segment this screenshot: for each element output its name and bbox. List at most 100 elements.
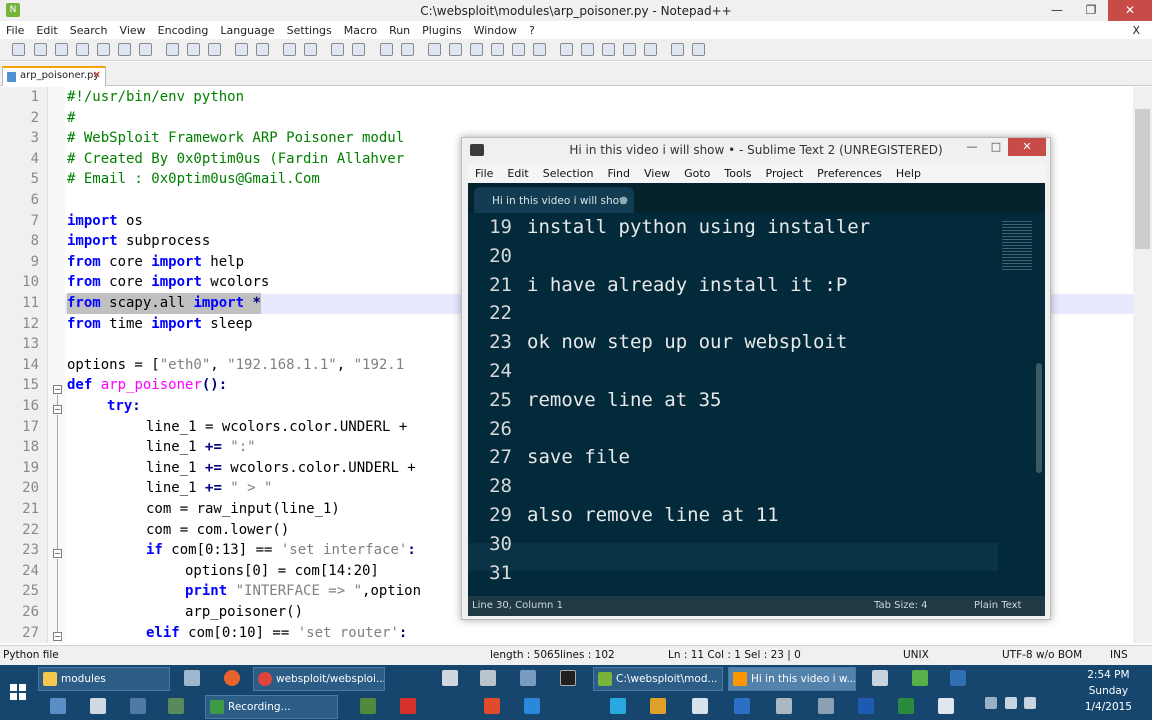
save-icon[interactable] [55,43,68,56]
menu-help[interactable]: Help [889,167,928,180]
app-icon[interactable] [818,698,834,714]
replace-icon[interactable] [304,43,317,56]
menu-encoding[interactable]: Encoding [152,24,215,37]
app-icon[interactable] [776,698,792,714]
start-windows-icon[interactable] [10,684,26,700]
taskbar-button-notepadpp[interactable]: C:\websploit\mod... [593,667,723,691]
scrollbar-thumb[interactable] [1135,109,1150,249]
sublime-editor[interactable]: 19 install python using installer 20 21 … [468,213,1045,596]
word-icon[interactable] [858,698,874,714]
zoom-in-icon[interactable] [331,43,344,56]
app-icon[interactable] [692,698,708,714]
minimap[interactable] [998,213,1038,596]
taskbar-button-recording[interactable]: Recording... [205,695,338,719]
fold-collapse-icon[interactable]: − [53,385,62,394]
unsaved-dot-icon[interactable]: ● [619,195,628,206]
cut-icon[interactable] [166,43,179,56]
menu-macro[interactable]: Macro [338,24,383,37]
menu-goto[interactable]: Goto [677,167,717,180]
app-icon[interactable] [480,670,496,686]
menu-selection[interactable]: Selection [536,167,601,180]
taskbar-button-sublime[interactable]: Hi in this video i w... [728,667,856,691]
menu-edit[interactable]: Edit [30,24,63,37]
app-icon[interactable] [520,670,536,686]
fold-collapse-icon[interactable]: − [53,549,62,558]
menu-find[interactable]: Find [600,167,637,180]
app-icon[interactable] [734,698,750,714]
app-icon[interactable] [130,698,146,714]
app-icon[interactable] [90,698,106,714]
udl-icon[interactable] [491,43,504,56]
app-icon[interactable] [524,698,540,714]
scrollbar-thumb[interactable] [1036,363,1042,473]
tray-icon[interactable] [985,697,997,709]
taskbar-button-chrome[interactable]: websploit/websploi... [253,667,385,691]
record-macro-icon[interactable] [560,43,573,56]
doc-close-icon[interactable]: X [1126,24,1146,37]
close-file-icon[interactable] [97,43,110,56]
menu-project[interactable]: Project [759,167,811,180]
app-icon[interactable] [650,698,666,714]
minimize-button[interactable]: — [960,138,984,156]
menu-language[interactable]: Language [214,24,280,37]
cmd-icon[interactable] [560,670,576,686]
close-button[interactable]: ✕ [1108,0,1152,21]
undo-icon[interactable] [235,43,248,56]
system-clock[interactable]: 2:54 PM Sunday 1/4/2015 [1085,667,1132,715]
sync-v-icon[interactable] [380,43,393,56]
sync-h-icon[interactable] [401,43,414,56]
app-icon[interactable] [442,670,458,686]
app-icon[interactable] [484,698,500,714]
run-macro-multiple-icon[interactable] [623,43,636,56]
play-macro-icon[interactable] [602,43,615,56]
close-button[interactable]: ✕ [1008,138,1046,156]
save-macro-icon[interactable] [644,43,657,56]
open-file-icon[interactable] [34,43,47,56]
word-wrap-icon[interactable] [428,43,441,56]
menu-file[interactable]: File [0,24,30,37]
minimize-button[interactable]: — [1040,0,1074,21]
menu-tools[interactable]: Tools [717,167,758,180]
status-tab-size[interactable]: Tab Size: 4 [874,600,928,611]
zoom-out-icon[interactable] [352,43,365,56]
copy-icon[interactable] [187,43,200,56]
firefox-icon[interactable] [224,670,240,686]
menu-help[interactable]: ? [523,24,541,37]
menu-file[interactable]: File [468,167,500,180]
menu-search[interactable]: Search [64,24,114,37]
photoshop-icon[interactable] [950,670,966,686]
menu-view[interactable]: View [637,167,677,180]
restore-button[interactable]: ❐ [1074,0,1108,21]
sublime-tab[interactable]: Hi in this video i will show ● [474,187,634,213]
find-icon[interactable] [283,43,296,56]
show-all-chars-icon[interactable] [449,43,462,56]
app-icon[interactable] [360,698,376,714]
excel-icon[interactable] [898,698,914,714]
fold-collapse-icon[interactable]: − [53,632,62,641]
maximize-button[interactable]: □ [984,138,1008,156]
indent-guide-icon[interactable] [470,43,483,56]
menu-view[interactable]: View [114,24,152,37]
stop-macro-icon[interactable] [581,43,594,56]
network-icon[interactable] [184,670,200,686]
spell-options-icon[interactable] [692,43,705,56]
app-icon[interactable] [872,670,888,686]
menu-plugins[interactable]: Plugins [416,24,467,37]
close-all-icon[interactable] [118,43,131,56]
spell-check-icon[interactable] [671,43,684,56]
doc-map-icon[interactable] [512,43,525,56]
menu-settings[interactable]: Settings [281,24,338,37]
app-icon[interactable] [938,698,954,714]
tab-arp-poisoner[interactable]: arp_poisoner.py ✕ [2,66,106,86]
network-tray-icon[interactable] [1005,697,1017,709]
menu-window[interactable]: Window [468,24,523,37]
new-file-icon[interactable] [12,43,25,56]
skype-icon[interactable] [610,698,626,714]
function-list-icon[interactable] [533,43,546,56]
redo-icon[interactable] [256,43,269,56]
print-icon[interactable] [139,43,152,56]
fold-collapse-icon[interactable]: − [53,405,62,414]
paste-icon[interactable] [208,43,221,56]
vertical-scrollbar[interactable] [1133,87,1152,643]
app-icon[interactable] [168,698,184,714]
